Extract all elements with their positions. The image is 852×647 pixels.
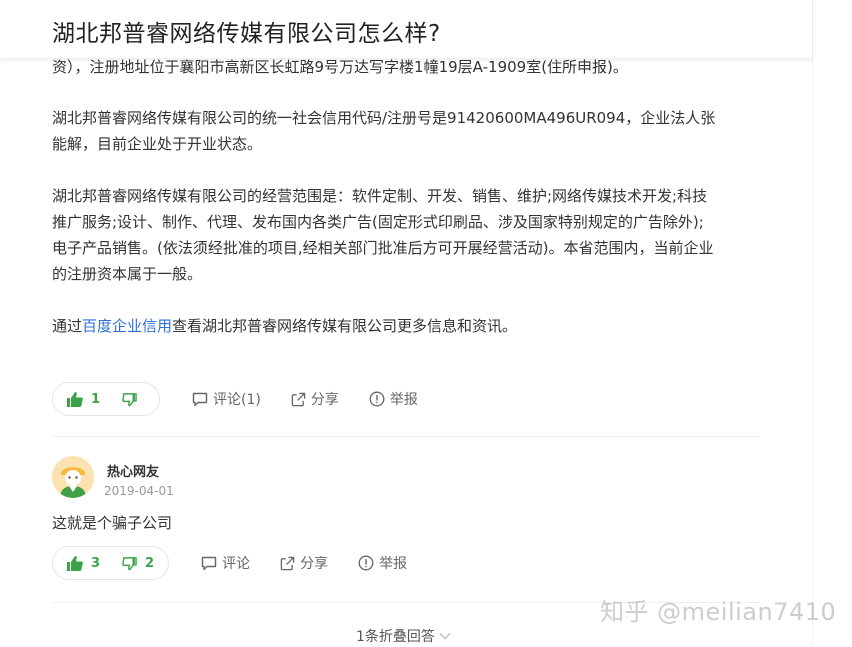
downvote-button[interactable]: 2 [122, 556, 154, 571]
divider [52, 436, 760, 437]
downvote-count: 2 [145, 555, 155, 571]
reply-text: 这就是个骗子公司 [52, 514, 173, 532]
report-label: 举报 [389, 392, 418, 408]
report-label: 举报 [379, 556, 408, 572]
answer-paragraph-source: 通过百度企业信用查看湖北邦普睿网络传媒有限公司更多信息和资讯。 [52, 313, 764, 339]
question-header: 湖北邦普睿网络传媒有限公司怎么样? [0, 0, 812, 58]
upvote-count: 3 [91, 555, 101, 571]
comment-icon [192, 392, 208, 406]
answer-text-line: 的注册资本属于一般。 [52, 265, 203, 283]
comment-label: 评论(1) [213, 392, 261, 408]
upvote-button[interactable]: 3 [67, 555, 101, 571]
answer-paragraph-business-scope: 湖北邦普睿网络传媒有限公司的经营范围是：软件定制、开发、销售、维护;网络传媒技术… [52, 183, 764, 287]
reply-date: 2019-04-01 [104, 484, 174, 498]
watermark-text: 知乎 @meilian7410 [600, 598, 837, 626]
thumb-down-icon [122, 392, 137, 406]
answer-text-suffix: 查看湖北邦普睿网络传媒有限公司更多信息和资讯。 [172, 317, 518, 335]
vote-group: 1 [52, 382, 161, 416]
share-label: 分享 [300, 556, 329, 572]
answer-card: 资），注册地址位于襄阳市高新区长虹路9号万达写字楼1幢19层A-1909室(住所… [0, 0, 812, 647]
share-icon [280, 556, 295, 570]
vote-group: 3 2 [52, 546, 170, 580]
answer-paragraph-credit-code: 湖北邦普睿网络传媒有限公司的统一社会信用代码/注册号是91420600MA496… [52, 105, 764, 157]
reply-author-name[interactable]: 热心网友 [107, 461, 159, 480]
answer-text-line: 湖北邦普睿网络传媒有限公司的统一社会信用代码/注册号是91420600MA496… [52, 109, 716, 127]
share-button[interactable]: 分享 [291, 389, 339, 409]
comment-button[interactable]: 评论 [201, 553, 250, 573]
upvote-count: 1 [91, 391, 101, 407]
answer-text-line: 能解，目前企业处于开业状态。 [52, 135, 263, 153]
downvote-button[interactable] [122, 392, 145, 407]
reply-toolbar: 3 2 评论 分享 举报 [52, 546, 437, 580]
share-icon [291, 392, 306, 406]
report-icon [369, 391, 385, 407]
answer-text-line: 电子产品销售。(依法须经批准的项目,经相关部门批准后方可开展经营活动)。本省范围… [52, 239, 714, 257]
upvote-button[interactable]: 1 [67, 391, 101, 407]
comment-icon [201, 556, 217, 570]
report-button[interactable]: 举报 [358, 553, 407, 573]
thumb-up-icon [67, 391, 83, 407]
answer-text-line: 推广服务;设计、制作、代理、发布国内各类广告(固定形式印刷品、涉及国家特别规定的… [52, 213, 704, 231]
baidu-credit-link[interactable]: 百度企业信用 [82, 317, 172, 335]
answer-text-prefix: 通过 [52, 317, 83, 335]
thumb-up-icon [67, 555, 83, 571]
chevron-down-icon [439, 633, 451, 640]
answer-toolbar: 1 评论(1) 分享 举报 [52, 382, 448, 416]
folded-answers-toggle[interactable]: 1条折叠回答 [356, 626, 451, 646]
share-label: 分享 [310, 392, 339, 408]
comment-label: 评论 [222, 556, 251, 572]
answer-text-line: 湖北邦普睿网络传媒有限公司的经营范围是：软件定制、开发、销售、维护;网络传媒技术… [52, 187, 708, 205]
comment-button[interactable]: 评论(1) [192, 389, 261, 409]
share-button[interactable]: 分享 [280, 553, 328, 573]
right-gutter [812, 0, 852, 647]
thumb-down-icon [122, 556, 137, 570]
answer-text-line: 资），注册地址位于襄阳市高新区长虹路9号万达写字楼1幢19层A-1909室(住所… [52, 58, 628, 76]
report-button[interactable]: 举报 [369, 389, 418, 409]
avatar-icon [52, 456, 94, 498]
folded-answers-label: 1条折叠回答 [356, 629, 435, 645]
question-title: 湖北邦普睿网络传媒有限公司怎么样? [52, 21, 441, 47]
avatar[interactable] [52, 456, 94, 498]
report-icon [358, 555, 374, 571]
